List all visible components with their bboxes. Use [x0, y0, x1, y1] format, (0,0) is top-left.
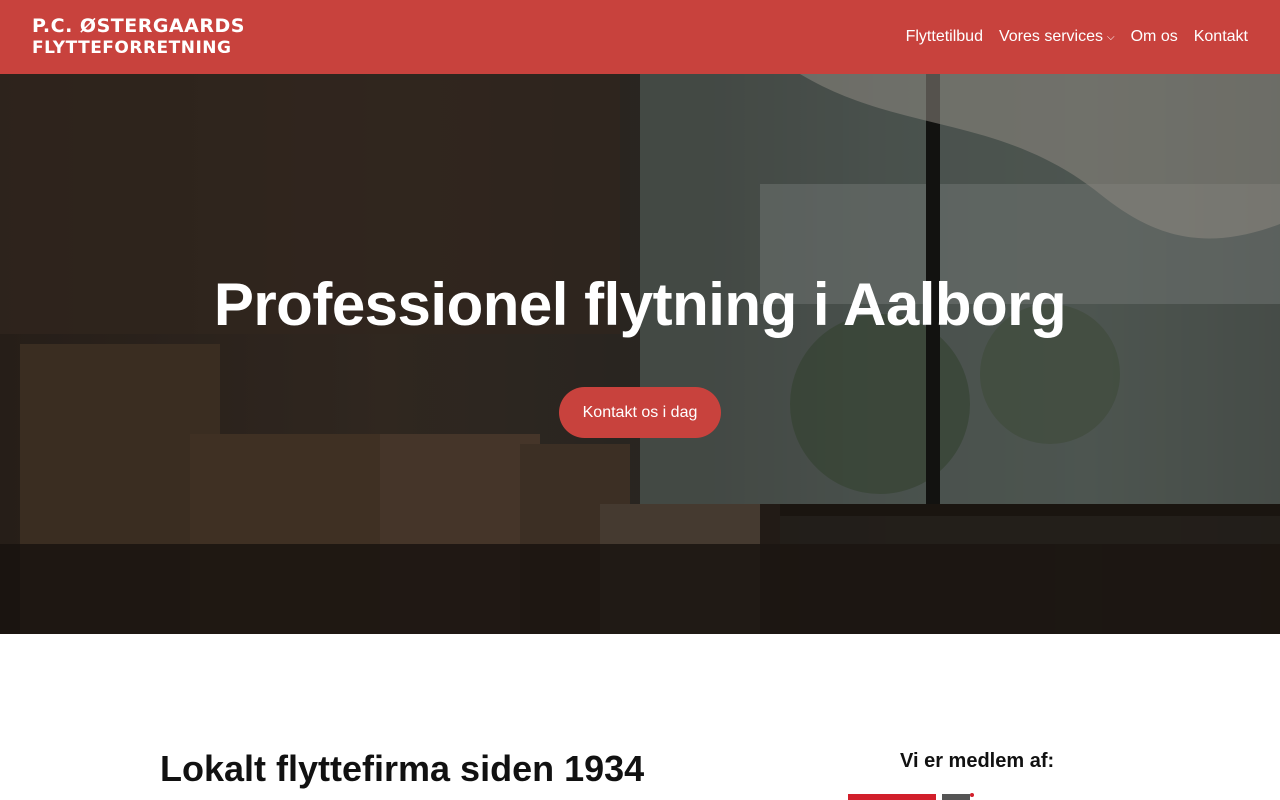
hero-section: Professionel flytning i Aalborg Kontakt … [0, 74, 1280, 634]
hero-overlay [0, 74, 1280, 634]
nav-item-label: Kontakt [1193, 28, 1248, 45]
intro-heading: Lokalt flyttefirma siden 1934 [160, 748, 645, 789]
chevron-down-icon: ⌵ [1107, 31, 1115, 43]
nav-item-label: Flyttetilbud [905, 28, 983, 45]
nav-item-label: Om os [1130, 28, 1178, 45]
nav-item-om-os[interactable]: Om os [1131, 28, 1178, 46]
member-logo-image [848, 793, 974, 800]
nav-item-flyttetilbud[interactable]: Flyttetilbud [906, 28, 983, 46]
logo-line-1: P.C. ØSTERGAARDS [32, 15, 245, 37]
nav-item-label: Vores services [998, 28, 1104, 45]
members-heading: Vi er medlem af: [900, 750, 1055, 772]
site-logo[interactable]: P.C. ØSTERGAARDS FLYTTEFORRETNING [32, 15, 245, 59]
site-header: P.C. ØSTERGAARDS FLYTTEFORRETNING Flytte… [0, 0, 1280, 74]
contact-cta-button[interactable]: Kontakt os i dag [559, 387, 721, 438]
main-nav: Flyttetilbud Vores services ⌵ Om os Kont… [906, 28, 1248, 46]
hero-title: Professionel flytning i Aalborg [213, 271, 1067, 338]
nav-item-vores-services[interactable]: Vores services ⌵ [999, 28, 1115, 46]
nav-item-kontakt[interactable]: Kontakt [1194, 28, 1248, 46]
logo-line-2: FLYTTEFORRETNING [32, 38, 232, 58]
